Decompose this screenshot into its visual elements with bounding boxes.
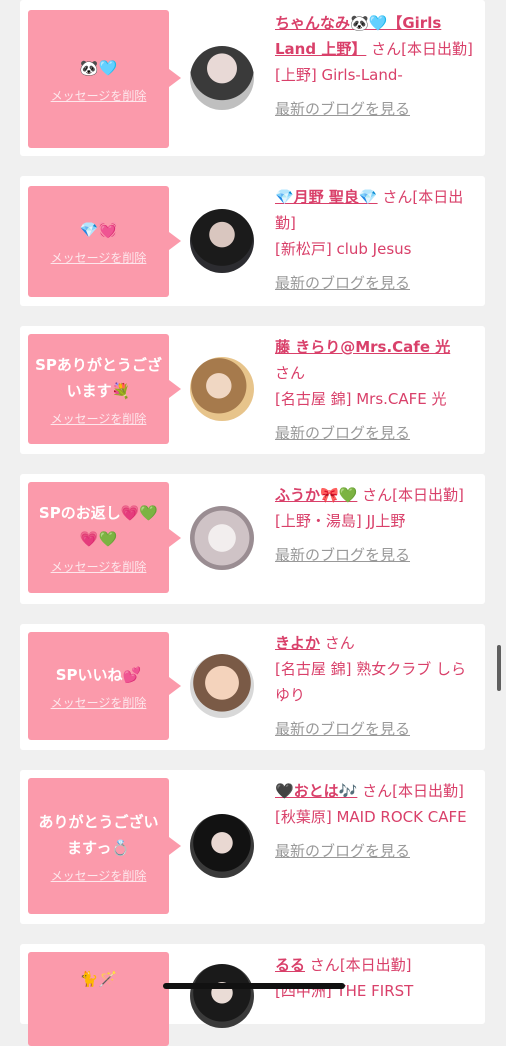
avatar[interactable] [190,654,254,718]
scrollbar-thumb[interactable] [497,645,501,691]
profile-name-link[interactable]: るる [275,956,305,974]
latest-blog-link[interactable]: 最新のブログを見る [275,716,480,742]
shop-name: [新松戸] club Jesus [275,240,412,258]
message-bubble: SPありがとうございます💐 メッセージを削除 [28,334,169,444]
message-bubble: SPのお返し💗💚💗💚 メッセージを削除 [28,482,169,593]
message-bubble: 🐼🩵 メッセージを削除 [28,10,169,148]
avatar[interactable] [190,964,254,1028]
honorific: さん [362,782,393,800]
profile-info: 💎月野 聖良💎 さん[本日出勤] [新松戸] club Jesus 最新のブログ… [275,184,480,296]
latest-blog-link[interactable]: 最新のブログを見る [275,542,480,568]
message-bubble: SPいいね💕 メッセージを削除 [28,632,169,740]
message-card: SPのお返し💗💚💗💚 メッセージを削除 ふうか🎀💚 さん[本日出勤] [上野・湯… [20,474,485,604]
shop-name: [名古屋 錦] 熟女クラブ しらゆり [275,660,467,704]
latest-blog-link[interactable]: 最新のブログを見る [275,838,480,864]
profile-info: るる さん[本日出勤] [四中洲] THE FIRST [275,952,480,1004]
honorific: さん [371,40,402,58]
message-bubble: 🐈🪄 [28,952,169,1046]
delete-message-link[interactable]: メッセージを削除 [51,694,147,711]
profile-info: ふうか🎀💚 さん[本日出勤] [上野・湯島] JJ上野 最新のブログを見る [275,482,480,568]
latest-blog-link[interactable]: 最新のブログを見る [275,96,480,122]
profile-info: 🖤おとは🎶 さん[本日出勤] [秋葉原] MAID ROCK CAFE 最新のブ… [275,778,480,864]
bubble-arrow [169,529,181,547]
shop-name: [名古屋 錦] Mrs.CAFE 光 [275,390,447,408]
bubble-arrow [169,677,181,695]
work-status: [本日出勤] [401,40,473,58]
honorific: さん [309,956,340,974]
avatar[interactable] [190,357,254,421]
avatar[interactable] [190,506,254,570]
delete-message-link[interactable]: メッセージを削除 [51,558,147,575]
profile-info: 藤 きらり@Mrs.Cafe 光 さん [名古屋 錦] Mrs.CAFE 光 最… [275,334,480,446]
message-text: SPのお返し💗💚💗💚 [38,504,159,548]
work-status: [本日出勤] [339,956,412,974]
message-card: 🐼🩵 メッセージを削除 ちゃんなみ🐼🩵【Girls Land 上野】 さん[本日… [20,0,485,156]
profile-name-link[interactable]: ふうか🎀💚 [275,486,357,504]
home-indicator[interactable] [163,983,345,989]
message-card: 💎💓 メッセージを削除 💎月野 聖良💎 さん[本日出勤] [新松戸] club … [20,176,485,306]
message-card: SPありがとうございます💐 メッセージを削除 藤 きらり@Mrs.Cafe 光 … [20,326,485,454]
delete-message-link[interactable]: メッセージを削除 [51,410,147,427]
profile-name-link[interactable]: 藤 きらり@Mrs.Cafe 光 [275,338,450,356]
delete-message-link[interactable]: メッセージを削除 [51,249,147,266]
shop-name: [上野] Girls-Land- [275,66,403,84]
work-status: [本日出勤] [392,782,464,800]
avatar[interactable] [190,46,254,110]
shop-name: [上野・湯島] JJ上野 [275,512,406,530]
profile-name-link[interactable]: 🖤おとは🎶 [275,782,357,800]
message-text: SPありがとうございます💐 [35,355,162,400]
avatar[interactable] [190,814,254,878]
bubble-arrow [169,380,181,398]
shop-name: [秋葉原] MAID ROCK CAFE [275,808,467,826]
profile-name-link[interactable]: 💎月野 聖良💎 [275,188,378,206]
message-bubble: 💎💓 メッセージを削除 [28,186,169,297]
message-text: 🐈🪄 [79,970,118,988]
latest-blog-link[interactable]: 最新のブログを見る [275,270,480,296]
profile-info: ちゃんなみ🐼🩵【Girls Land 上野】 さん[本日出勤] [上野] Gir… [275,10,480,122]
honorific: さん [324,634,355,652]
profile-name-link[interactable]: きよか [275,634,320,652]
bubble-arrow [169,232,181,250]
work-status: [本日出勤] [392,486,464,504]
message-text: SPいいね💕 [55,665,142,684]
message-card: SPいいね💕 メッセージを削除 きよか さん [名古屋 錦] 熟女クラブ しらゆ… [20,624,485,750]
message-card: ありがとうございますっ💍 メッセージを削除 🖤おとは🎶 さん[本日出勤] [秋葉… [20,770,485,924]
latest-blog-link[interactable]: 最新のブログを見る [275,420,480,446]
message-text: 🐼🩵 [79,58,118,77]
message-text: 💎💓 [79,221,118,239]
honorific: さん [362,486,393,504]
message-bubble: ありがとうございますっ💍 メッセージを削除 [28,778,169,914]
bubble-arrow [169,837,181,855]
message-text: ありがとうございますっ💍 [38,812,159,857]
bubble-arrow [169,69,181,87]
avatar[interactable] [190,209,254,273]
honorific: さん [275,364,306,382]
delete-message-link[interactable]: メッセージを削除 [51,867,147,884]
delete-message-link[interactable]: メッセージを削除 [51,87,147,104]
profile-info: きよか さん [名古屋 錦] 熟女クラブ しらゆり 最新のブログを見る [275,630,480,742]
honorific: さん [382,188,413,206]
